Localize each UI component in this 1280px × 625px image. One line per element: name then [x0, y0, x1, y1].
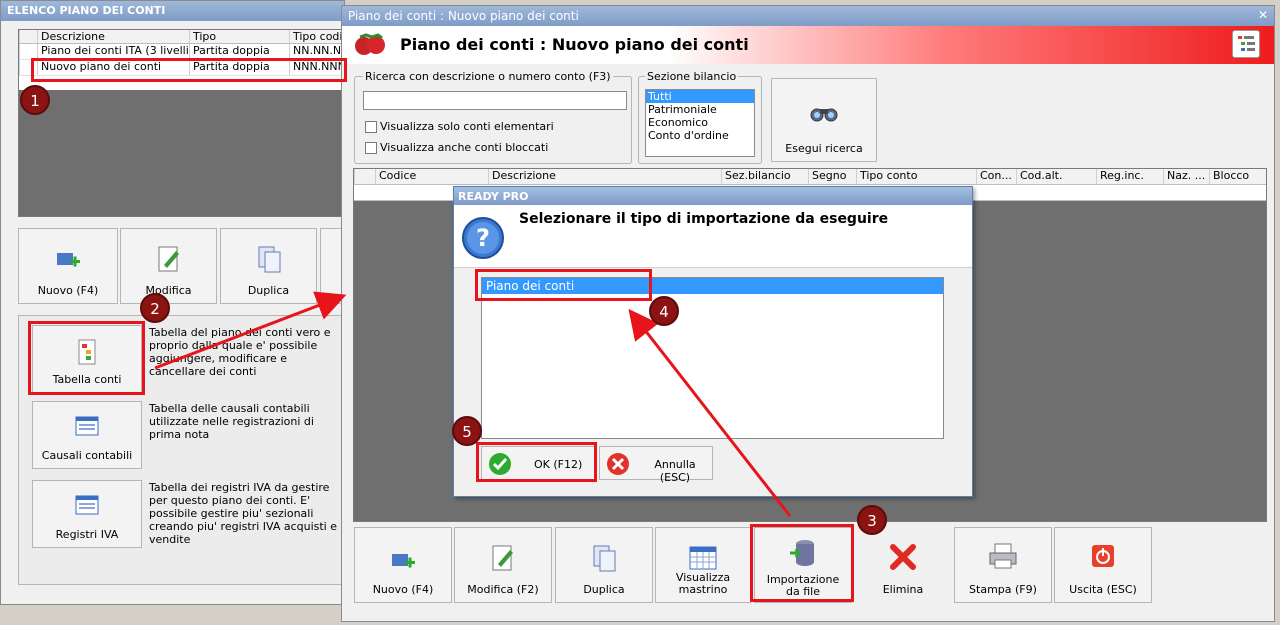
- step-badge-3: 3: [857, 505, 887, 535]
- annotation-arrows: [154, 291, 792, 517]
- step-badge-1: 1: [20, 85, 50, 115]
- arrow-3: [628, 308, 792, 517]
- step-badge-2: 2: [140, 293, 170, 323]
- step-badge-5: 5: [452, 416, 482, 446]
- step-badge-4: 4: [649, 296, 679, 326]
- arrow-2: [154, 291, 347, 370]
